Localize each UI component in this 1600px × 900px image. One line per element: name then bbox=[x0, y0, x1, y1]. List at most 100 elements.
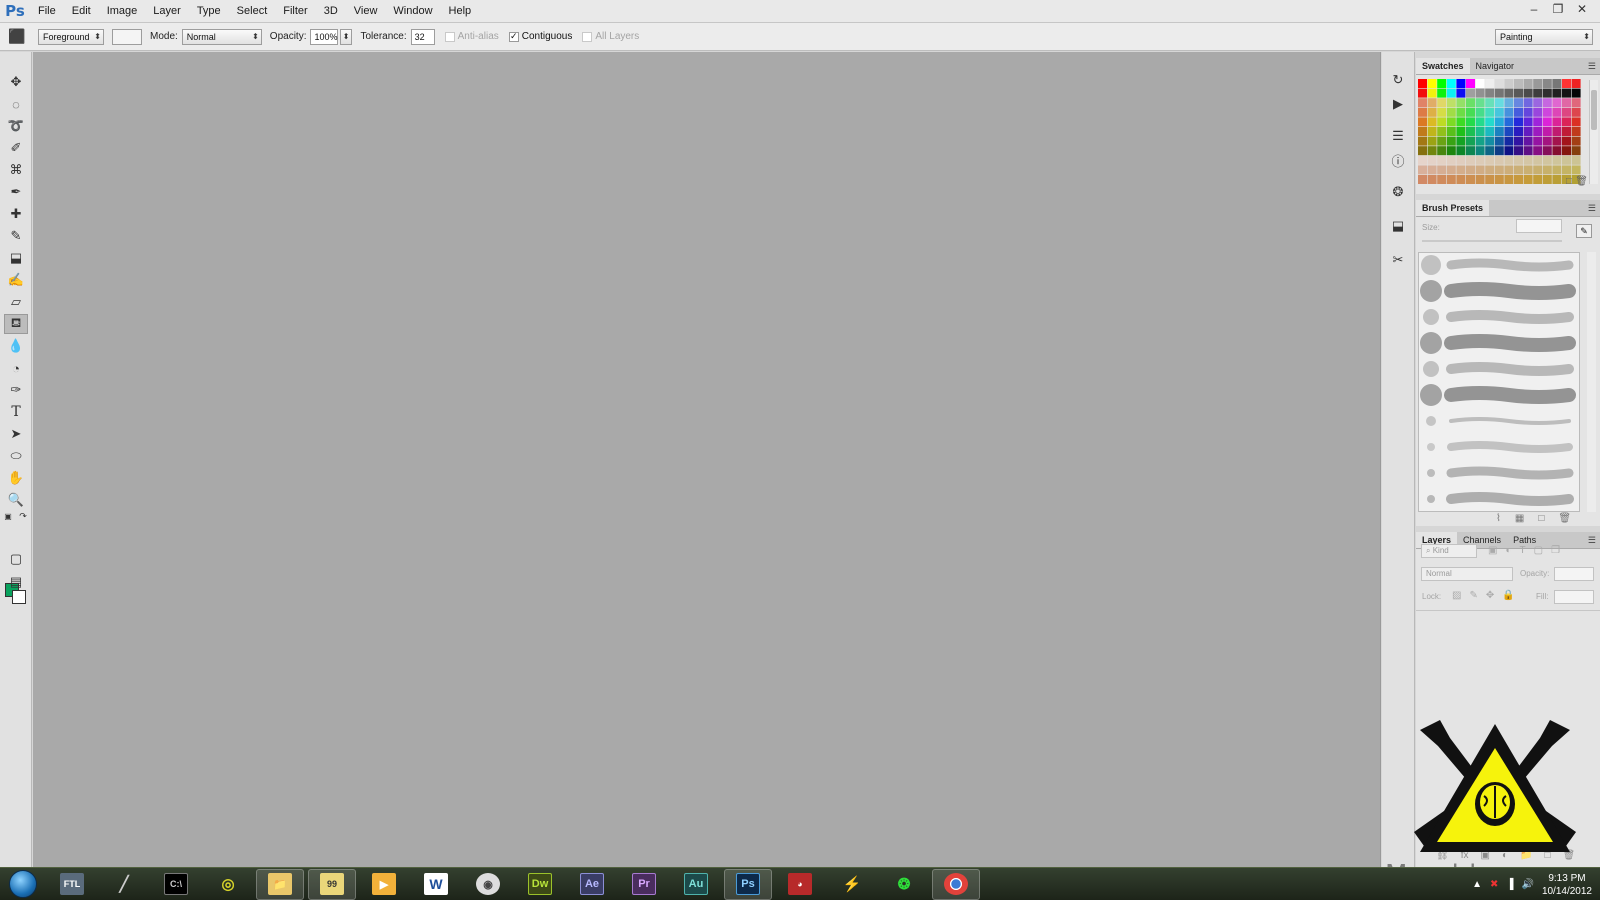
swatch-cell[interactable] bbox=[1523, 127, 1533, 136]
swatch-cell[interactable] bbox=[1437, 155, 1447, 165]
actions-panel-icon[interactable]: ▶ bbox=[1387, 94, 1409, 114]
brush-tip-preview[interactable] bbox=[1420, 280, 1442, 302]
swatch-cell[interactable] bbox=[1456, 127, 1466, 136]
swatch-cell[interactable] bbox=[1504, 146, 1514, 156]
swatch-cell[interactable] bbox=[1533, 136, 1543, 146]
lasso-tool-icon[interactable]: ➰ bbox=[4, 116, 28, 136]
filter-smart-object-icon[interactable]: ❐ bbox=[1551, 545, 1560, 556]
swatch-cell[interactable] bbox=[1533, 175, 1543, 184]
brush-stroke-preview[interactable] bbox=[1446, 492, 1574, 506]
swatch-cell[interactable] bbox=[1562, 98, 1571, 108]
delete-swatch-icon[interactable]: 🗑 bbox=[1575, 176, 1588, 187]
swatch-cell[interactable] bbox=[1494, 146, 1504, 156]
delete-brush-icon[interactable]: 🗑 bbox=[1558, 513, 1571, 524]
tray-expand-icon[interactable]: ▲ bbox=[1472, 879, 1482, 890]
panel-menu-icon[interactable]: ☰ bbox=[1588, 532, 1596, 549]
swatch-cell[interactable] bbox=[1485, 175, 1495, 184]
swatch-cell[interactable] bbox=[1514, 107, 1523, 117]
swatch-cell[interactable] bbox=[1437, 88, 1447, 98]
blur-tool-icon[interactable]: 💧 bbox=[4, 336, 28, 356]
swatch-cell[interactable] bbox=[1427, 165, 1437, 175]
swatch-cell[interactable] bbox=[1571, 117, 1581, 127]
swatch-cell[interactable] bbox=[1485, 146, 1495, 156]
tool-presets-panel-icon[interactable]: ✂ bbox=[1387, 250, 1409, 270]
brush-grid-icon[interactable]: ▦ bbox=[1515, 513, 1524, 524]
swatch-cell[interactable] bbox=[1562, 117, 1571, 127]
taskbar-app-cmd[interactable]: C:\ bbox=[152, 869, 200, 900]
swatch-cell[interactable] bbox=[1504, 79, 1514, 88]
swatch-cell[interactable] bbox=[1456, 155, 1466, 165]
swatch-cell[interactable] bbox=[1485, 98, 1495, 108]
brush-tip-preview[interactable] bbox=[1423, 309, 1439, 325]
swatch-cell[interactable] bbox=[1437, 117, 1447, 127]
swatch-cell[interactable] bbox=[1437, 79, 1447, 88]
brush-tip-preview[interactable] bbox=[1420, 332, 1442, 354]
swatch-cell[interactable] bbox=[1562, 107, 1571, 117]
menu-window[interactable]: Window bbox=[385, 0, 440, 23]
swatch-cell[interactable] bbox=[1427, 155, 1437, 165]
swatch-cell[interactable] bbox=[1475, 146, 1485, 156]
lock-all-icon[interactable]: 🔒 bbox=[1502, 590, 1514, 601]
swatch-cell[interactable] bbox=[1571, 127, 1581, 136]
swatch-cell[interactable] bbox=[1475, 136, 1485, 146]
swatch-cell[interactable] bbox=[1446, 107, 1456, 117]
zoom-tool-icon[interactable]: 🔍 bbox=[4, 490, 28, 510]
swatch-cell[interactable] bbox=[1494, 136, 1504, 146]
swatch-cell[interactable] bbox=[1418, 88, 1427, 98]
brush-tip-preview[interactable] bbox=[1426, 416, 1436, 426]
brush-stroke-preview[interactable] bbox=[1444, 334, 1576, 352]
swatch-cell[interactable] bbox=[1571, 88, 1581, 98]
swatch-cell[interactable] bbox=[1571, 79, 1581, 88]
swatch-cell[interactable] bbox=[1446, 98, 1456, 108]
swatch-cell[interactable] bbox=[1427, 107, 1437, 117]
filter-adjustment-icon[interactable]: ◐ bbox=[1505, 545, 1511, 556]
swatch-cell[interactable] bbox=[1562, 136, 1571, 146]
swatch-cell[interactable] bbox=[1533, 79, 1543, 88]
swatch-cell[interactable] bbox=[1552, 155, 1562, 165]
swatch-cell[interactable] bbox=[1456, 165, 1466, 175]
taskbar-app-after-effects[interactable]: Ae bbox=[568, 869, 616, 900]
swatch-cell[interactable] bbox=[1533, 98, 1543, 108]
taskbar-app-gdrive[interactable]: ⚡ bbox=[828, 869, 876, 900]
swatch-cell[interactable] bbox=[1514, 136, 1523, 146]
quick-select-tool-icon[interactable]: ✐ bbox=[4, 138, 28, 158]
swatch-cell[interactable] bbox=[1552, 146, 1562, 156]
taskbar-app-ftl[interactable]: FTL bbox=[48, 869, 96, 900]
swatch-cell[interactable] bbox=[1418, 98, 1427, 108]
swatch-cell[interactable] bbox=[1533, 146, 1543, 156]
path-select-tool-icon[interactable]: ➤ bbox=[4, 424, 28, 444]
eyedropper-tool-icon[interactable]: ✒ bbox=[4, 182, 28, 202]
swatch-cell[interactable] bbox=[1427, 175, 1437, 184]
swatch-cell[interactable] bbox=[1552, 79, 1562, 88]
taskbar-app-pen[interactable]: ╱ bbox=[100, 869, 148, 900]
swatch-cell[interactable] bbox=[1466, 127, 1475, 136]
brush-stroke-preview[interactable] bbox=[1444, 282, 1576, 300]
swatch-cell[interactable] bbox=[1446, 79, 1456, 88]
swatch-cell[interactable] bbox=[1485, 107, 1495, 117]
swatch-cell[interactable] bbox=[1427, 127, 1437, 136]
swatch-cell[interactable] bbox=[1485, 165, 1495, 175]
swatch-cell[interactable] bbox=[1542, 146, 1552, 156]
swatch-cell[interactable] bbox=[1542, 165, 1552, 175]
background-color-swatch[interactable] bbox=[12, 590, 26, 604]
move-tool-icon[interactable]: ✥ bbox=[4, 72, 28, 92]
swatch-cell[interactable] bbox=[1446, 88, 1456, 98]
swatches-scroll-thumb[interactable] bbox=[1591, 90, 1597, 130]
swatch-cell[interactable] bbox=[1427, 79, 1437, 88]
brush-stroke-preview[interactable] bbox=[1446, 258, 1574, 272]
taskbar-app-wifi[interactable]: ◎ bbox=[204, 869, 252, 900]
swatch-cell[interactable] bbox=[1427, 136, 1437, 146]
history-brush-tool-icon[interactable]: ✍ bbox=[4, 270, 28, 290]
size-slider[interactable] bbox=[1422, 240, 1562, 242]
swatch-cell[interactable] bbox=[1542, 175, 1552, 184]
swatch-cell[interactable] bbox=[1514, 165, 1523, 175]
swatch-cell[interactable] bbox=[1466, 165, 1475, 175]
taskbar-app-premiere[interactable]: Pr bbox=[620, 869, 668, 900]
brush-tip-preview[interactable] bbox=[1427, 495, 1435, 503]
swatch-cell[interactable] bbox=[1466, 155, 1475, 165]
swap-colors-icon[interactable]: ↷ bbox=[17, 510, 29, 522]
swatch-cell[interactable] bbox=[1504, 117, 1514, 127]
marquee-tool-icon[interactable]: ◌ bbox=[4, 94, 28, 114]
swatch-cell[interactable] bbox=[1533, 88, 1543, 98]
clone-stamp-tool-icon[interactable]: ⬓ bbox=[4, 248, 28, 268]
